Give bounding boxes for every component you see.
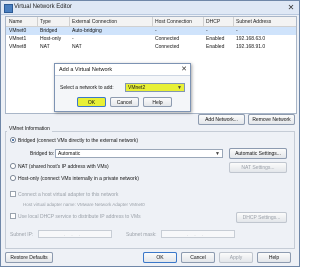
cell-name: VMnet8 xyxy=(9,44,27,50)
restore-defaults-button[interactable]: Restore Defaults xyxy=(5,252,53,263)
subnet-ip-input[interactable]: ... xyxy=(38,230,112,238)
cell-host: Connected xyxy=(155,44,180,50)
subnet-ip-label: Subnet IP: xyxy=(10,232,34,238)
column-divider xyxy=(203,17,204,26)
dialog-title: Add a Virtual Network xyxy=(59,67,113,73)
column-header-type[interactable]: Type xyxy=(40,19,51,25)
cell-name: VMnet0 xyxy=(9,28,27,34)
column-header-host[interactable]: Host Connection xyxy=(155,19,192,25)
bridged-label: Bridged (connect VMs directly to the ext… xyxy=(18,138,139,144)
host-only-label: Host-only (connect VMs internally in a p… xyxy=(18,176,139,182)
dialog-title-bar: Add a Virtual Network ✕ xyxy=(55,64,190,76)
cell-external: - xyxy=(72,36,74,42)
apply-button[interactable]: Apply xyxy=(219,252,253,263)
nat-label: NAT (shared host's IP address with VMs) xyxy=(18,164,109,170)
dialog-cancel-button[interactable]: Cancel xyxy=(110,97,139,107)
cell-type: Host-only xyxy=(40,36,62,42)
connect-adapter-label: Connect a host virtual adapter to this n… xyxy=(18,192,119,198)
cell-external: Auto-bridging xyxy=(72,28,102,34)
window-title: Virtual Network Editor xyxy=(14,4,72,10)
cell-external: NAT xyxy=(72,44,82,50)
cell-dhcp: Enabled xyxy=(206,44,225,50)
dhcp-settings-button[interactable]: DHCP Settings... xyxy=(236,212,287,223)
column-divider xyxy=(37,17,38,26)
chevron-down-icon: ▼ xyxy=(215,151,220,157)
title-bar: Virtual Network Editor ✕ xyxy=(1,1,299,15)
dialog-ok-button[interactable]: OK xyxy=(77,97,106,107)
vmware-app-icon xyxy=(4,4,13,13)
help-button[interactable]: Help xyxy=(257,252,291,263)
column-divider xyxy=(69,17,70,26)
nat-settings-button[interactable]: NAT Settings... xyxy=(229,162,287,173)
column-header-name[interactable]: Name xyxy=(9,19,22,25)
host-only-radio[interactable] xyxy=(10,175,16,181)
automatic-settings-button[interactable]: Automatic Settings... xyxy=(229,148,287,159)
bridged-to-value: Automatic xyxy=(58,151,81,157)
dialog-help-button[interactable]: Help xyxy=(143,97,172,107)
table-row[interactable]: VMnet0 Bridged Auto-bridging - - - xyxy=(6,27,296,35)
nat-radio[interactable] xyxy=(10,163,16,169)
add-virtual-network-dialog: Add a Virtual Network ✕ Select a network… xyxy=(54,63,191,112)
close-icon[interactable]: ✕ xyxy=(286,3,296,12)
cell-dhcp: Enabled xyxy=(206,36,225,42)
cell-subnet: 192.168.63.0 xyxy=(236,36,266,42)
table-row[interactable]: VMnet1 Host-only - Connected Enabled 192… xyxy=(6,35,296,43)
chevron-down-icon: ▼ xyxy=(177,85,182,91)
add-network-button[interactable]: Add Network... xyxy=(198,114,245,125)
remove-network-button[interactable]: Remove Network xyxy=(248,114,295,125)
bridged-to-select[interactable]: Automatic ▼ xyxy=(55,149,223,158)
ok-button[interactable]: OK xyxy=(143,252,177,263)
cell-host: Connected xyxy=(155,36,180,42)
connect-adapter-checkbox[interactable] xyxy=(10,191,16,197)
cell-type: Bridged xyxy=(40,28,58,34)
dialog-close-icon[interactable]: ✕ xyxy=(181,65,187,74)
cell-host: - xyxy=(155,28,157,34)
cell-subnet: - xyxy=(236,28,238,34)
cell-dhcp: - xyxy=(206,28,208,34)
select-network-label: Select a network to add: xyxy=(60,85,114,91)
column-divider xyxy=(152,17,153,26)
column-header-dhcp[interactable]: DHCP xyxy=(206,19,220,25)
vmnet-information-title: VMnet Information xyxy=(7,126,52,132)
column-header-subnet[interactable]: Subnet Address xyxy=(236,19,271,25)
cancel-button[interactable]: Cancel xyxy=(181,252,215,263)
cell-name: VMnet1 xyxy=(9,36,27,42)
network-select-value: VMnet2 xyxy=(128,85,146,91)
bridged-radio[interactable] xyxy=(10,137,16,143)
cell-type: NAT xyxy=(40,44,50,50)
table-header: Name Type External Connection Host Conne… xyxy=(6,17,296,27)
subnet-mask-input[interactable]: ... xyxy=(161,230,235,238)
network-select[interactable]: VMnet2 ▼ xyxy=(125,83,185,92)
subnet-mask-label: Subnet mask: xyxy=(126,232,157,238)
virtual-network-editor-window: Virtual Network Editor ✕ Name Type Exter… xyxy=(0,0,300,267)
dhcp-checkbox[interactable] xyxy=(10,213,16,219)
cell-subnet: 192.168.91.0 xyxy=(236,44,266,50)
adapter-name-label: Host virtual adapter name: VMware Networ… xyxy=(23,202,145,207)
column-header-external[interactable]: External Connection xyxy=(72,19,117,25)
column-divider xyxy=(233,17,234,26)
dhcp-label: Use local DHCP service to distribute IP … xyxy=(18,214,141,220)
bridged-to-label: Bridged to: xyxy=(30,151,55,157)
table-row[interactable]: VMnet8 NAT NAT Connected Enabled 192.168… xyxy=(6,43,296,51)
